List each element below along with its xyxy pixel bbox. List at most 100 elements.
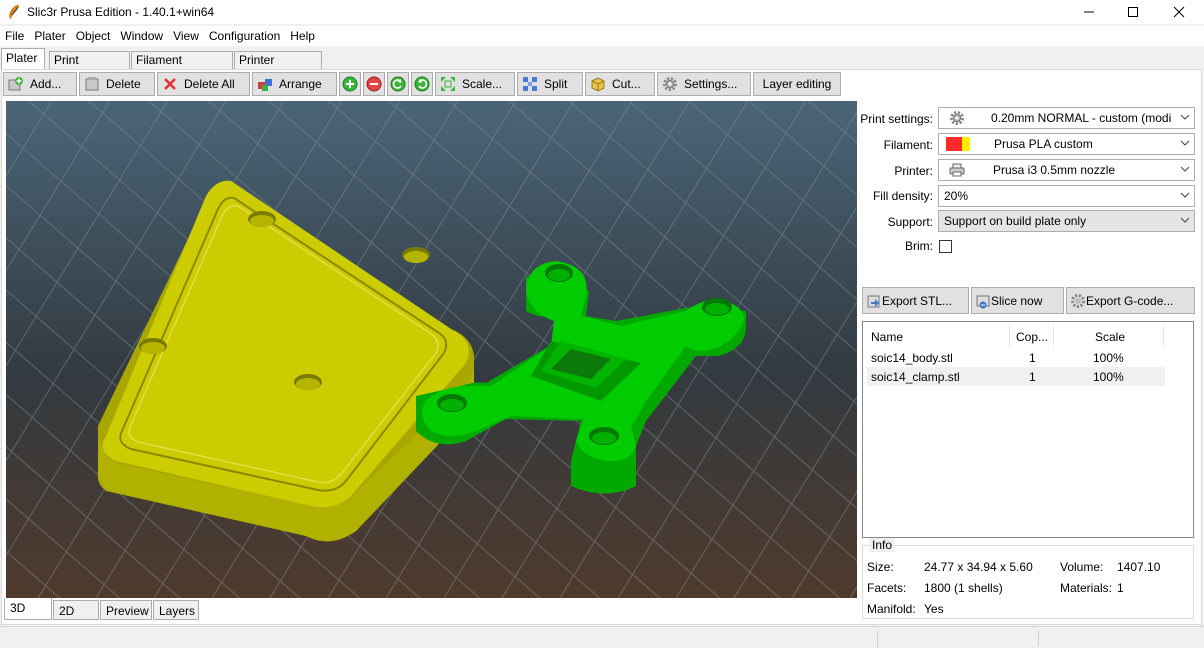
arrange-icon bbox=[257, 76, 273, 92]
column-header-scale[interactable]: Scale bbox=[1095, 322, 1125, 348]
menu-help[interactable]: Help bbox=[285, 26, 320, 46]
view-tab-2d[interactable]: 2D bbox=[53, 600, 99, 620]
maximize-button[interactable] bbox=[1110, 0, 1156, 24]
add-label: Add... bbox=[30, 77, 62, 91]
filament-value: Prusa PLA custom bbox=[994, 137, 1093, 151]
view-tab-layers[interactable]: Layers bbox=[153, 600, 199, 620]
size-label: Size: bbox=[867, 560, 894, 574]
settings-button[interactable]: Settings... bbox=[657, 72, 751, 96]
delete-label: Delete bbox=[106, 77, 141, 91]
menu-view[interactable]: View bbox=[168, 26, 204, 46]
printer-combo[interactable]: Prusa i3 0.5mm nozzle bbox=[938, 159, 1195, 181]
arrange-button[interactable]: Arrange bbox=[252, 72, 337, 96]
size-value: 24.77 x 34.94 x 5.60 bbox=[924, 560, 1033, 574]
volume-value: 1407.10 bbox=[1117, 560, 1161, 574]
object-scale: 100% bbox=[1093, 351, 1124, 365]
tab-print-settings[interactable]: Print Settings bbox=[49, 51, 130, 81]
minimize-icon bbox=[1084, 11, 1094, 13]
tab-plater[interactable]: Plater bbox=[1, 48, 45, 70]
object-copies: 1 bbox=[1029, 370, 1036, 384]
tab-printer-settings[interactable]: Printer Settings bbox=[234, 51, 322, 81]
manifold-label: Manifold: bbox=[867, 602, 916, 616]
materials-label: Materials: bbox=[1060, 581, 1113, 595]
export-gcode-label: Export G-code... bbox=[1086, 293, 1174, 308]
scale-button[interactable]: Scale... bbox=[435, 72, 515, 96]
menu-file[interactable]: File bbox=[0, 26, 29, 46]
printer-icon bbox=[949, 162, 965, 178]
scale-label: Scale... bbox=[462, 77, 503, 91]
increase-copies-button[interactable] bbox=[339, 72, 361, 96]
rotate-ccw-icon bbox=[390, 76, 406, 92]
slic3r-app-icon bbox=[9, 4, 19, 19]
menu-plater[interactable]: Plater bbox=[29, 26, 70, 46]
table-row[interactable]: soic14_body.stl 1 100% bbox=[867, 348, 1165, 367]
export-gcode-button[interactable]: Export G-code... bbox=[1066, 287, 1195, 314]
object-scale: 100% bbox=[1093, 370, 1124, 384]
minimize-button[interactable] bbox=[1066, 0, 1112, 24]
slice-icon bbox=[976, 295, 990, 308]
export-gcode-icon bbox=[1071, 293, 1085, 308]
support-combo[interactable]: Support on build plate only bbox=[938, 210, 1195, 232]
rotate-cw-icon bbox=[414, 76, 430, 92]
printer-label: Printer: bbox=[894, 164, 933, 178]
split-icon bbox=[522, 76, 538, 92]
window-title: Slic3r Prusa Edition - 1.40.1+win64 bbox=[27, 5, 215, 19]
volume-label: Volume: bbox=[1060, 560, 1104, 574]
facets-value: 1800 (1 shells) bbox=[924, 581, 1003, 595]
materials-value: 1 bbox=[1117, 581, 1124, 595]
menu-window[interactable]: Window bbox=[115, 26, 168, 46]
delete-button[interactable]: Delete bbox=[79, 72, 155, 96]
filament-color-swatch bbox=[946, 137, 970, 151]
rotate-ccw-button[interactable] bbox=[387, 72, 409, 96]
printer-value: Prusa i3 0.5mm nozzle bbox=[993, 163, 1116, 177]
title-bar: Slic3r Prusa Edition - 1.40.1+win64 bbox=[0, 0, 1204, 24]
filament-combo[interactable]: Prusa PLA custom bbox=[938, 133, 1195, 155]
tab-filament-settings[interactable]: Filament Settings bbox=[131, 51, 233, 81]
layer-editing-label: Layer editing bbox=[762, 77, 832, 91]
split-button[interactable]: Split bbox=[517, 72, 583, 96]
manifold-value: Yes bbox=[924, 602, 944, 616]
main-tabs: Plater Print Settings Filament Settings … bbox=[0, 48, 1204, 81]
support-label: Support: bbox=[887, 215, 933, 229]
chevron-down-icon bbox=[1180, 140, 1190, 146]
print-settings-combo[interactable]: 0.20mm NORMAL - custom (modi bbox=[938, 107, 1195, 129]
table-row[interactable]: soic14_clamp.stl 1 100% bbox=[867, 367, 1165, 386]
fill-density-combo[interactable]: 20% bbox=[938, 185, 1195, 207]
object-name: soic14_body.stl bbox=[871, 351, 953, 365]
menu-object[interactable]: Object bbox=[71, 26, 116, 46]
close-button[interactable] bbox=[1156, 0, 1202, 24]
brim-checkbox[interactable] bbox=[939, 240, 952, 253]
brim-label: Brim: bbox=[905, 239, 933, 253]
view-tab-preview[interactable]: Preview bbox=[100, 600, 152, 620]
menu-configuration[interactable]: Configuration bbox=[204, 26, 285, 46]
column-header-copies[interactable]: Cop... bbox=[1016, 322, 1048, 348]
slice-now-button[interactable]: Slice now bbox=[971, 287, 1064, 314]
export-stl-label: Export STL... bbox=[882, 293, 953, 308]
rotate-cw-button[interactable] bbox=[411, 72, 433, 96]
column-header-name[interactable]: Name bbox=[871, 322, 903, 348]
3d-viewport[interactable] bbox=[6, 101, 857, 598]
gear-icon bbox=[949, 110, 965, 126]
add-button[interactable]: Add... bbox=[3, 72, 77, 96]
delete-all-icon bbox=[162, 76, 178, 92]
object-list[interactable]: Name Cop... Scale soic14_body.stl 1 100%… bbox=[862, 321, 1194, 538]
fill-density-label: Fill density: bbox=[872, 189, 933, 203]
info-group: Info Size: 24.77 x 34.94 x 5.60 Volume: … bbox=[862, 538, 1194, 619]
cut-button[interactable]: Cut... bbox=[585, 72, 655, 96]
delete-all-label: Delete All bbox=[184, 77, 235, 91]
maximize-icon bbox=[1128, 7, 1138, 17]
print-settings-value: 0.20mm NORMAL - custom (modi bbox=[991, 111, 1172, 125]
export-stl-button[interactable]: Export STL... bbox=[862, 287, 969, 314]
view-tab-3d[interactable]: 3D bbox=[4, 598, 52, 620]
delete-all-button[interactable]: Delete All bbox=[157, 72, 250, 96]
layer-editing-button[interactable]: Layer editing bbox=[753, 72, 841, 96]
object-name: soic14_clamp.stl bbox=[871, 370, 960, 384]
filament-label: Filament: bbox=[883, 138, 933, 152]
decrease-copies-button[interactable] bbox=[363, 72, 385, 96]
info-legend: Info bbox=[869, 538, 896, 552]
chevron-down-icon bbox=[1180, 114, 1190, 120]
settings-label: Settings... bbox=[684, 77, 738, 91]
chevron-down-icon bbox=[1180, 192, 1190, 198]
cut-label: Cut... bbox=[612, 77, 641, 91]
3d-scene bbox=[6, 101, 857, 598]
